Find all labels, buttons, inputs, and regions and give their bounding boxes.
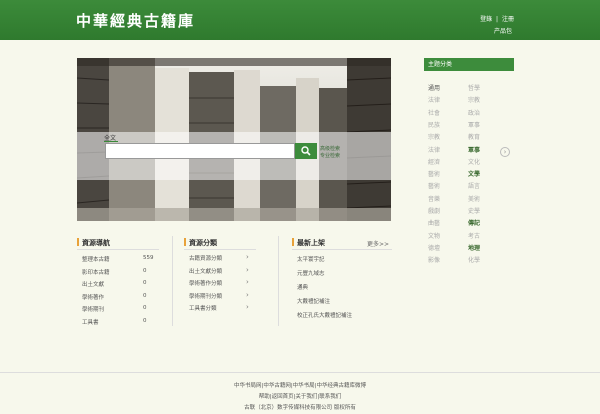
panel-title-latest: 最新上架 xyxy=(297,239,325,247)
topic-category[interactable]: 政治 xyxy=(468,108,480,117)
topic-category[interactable]: 德壇 xyxy=(428,243,440,252)
more-link[interactable]: 更多>> xyxy=(367,239,389,248)
topic-category[interactable]: 軍事 xyxy=(468,145,480,154)
topic-category[interactable]: 文物 xyxy=(428,231,440,240)
link-separator: | xyxy=(496,16,499,23)
topic-category[interactable]: 考古 xyxy=(468,231,480,240)
library-banner xyxy=(77,58,391,221)
topic-category[interactable]: 哲學 xyxy=(468,83,480,92)
chevron-right-icon: › xyxy=(246,278,249,286)
chevron-right-icon: › xyxy=(246,303,249,311)
nav-item[interactable]: 出土文獻 xyxy=(82,280,104,288)
sidebar-title: 主题分类 xyxy=(424,58,514,71)
panel-divider xyxy=(292,249,392,250)
nav-item-count: 0 xyxy=(143,305,147,311)
topic-category[interactable]: 傳記 xyxy=(468,218,480,227)
panel-marker xyxy=(292,238,294,246)
site-logo[interactable]: 中華經典古籍庫 xyxy=(76,10,195,31)
nav-item-count: 0 xyxy=(143,280,147,286)
topic-category[interactable]: 藝術 xyxy=(428,169,440,178)
topic-category[interactable]: 文學 xyxy=(468,169,480,178)
footer-copyright: 古联（北京）数字传媒科技有限公司 版权所有 xyxy=(244,405,356,411)
site-header: 中華經典古籍庫 登錄 | 注冊 产品包 xyxy=(0,0,600,40)
topic-category[interactable]: 戲劇 xyxy=(428,206,440,215)
nav-item-count: 0 xyxy=(143,267,147,274)
topic-category[interactable]: 教育 xyxy=(468,132,480,141)
topic-category[interactable]: 化學 xyxy=(468,255,480,264)
nav-item-count: 0 xyxy=(143,317,147,324)
topic-category[interactable]: 地理 xyxy=(468,243,480,252)
category-item[interactable]: 工具書分類 xyxy=(189,304,217,312)
topic-category[interactable]: 藝術 xyxy=(428,181,440,190)
nav-item[interactable]: 學術著作 xyxy=(82,293,104,301)
footer-links-1[interactable]: 中华书局网|中华古籍网|中华书局|中华经典古籍库微博 xyxy=(0,381,600,389)
search-button[interactable] xyxy=(295,143,317,159)
professional-search-link[interactable]: 专业检索 xyxy=(320,152,340,159)
footer-links-2[interactable]: 帮助|返回首页|关于我们|联系我们 xyxy=(0,392,600,400)
search-icon xyxy=(301,146,311,156)
chevron-right-icon: › xyxy=(246,253,249,261)
nav-item-count: 559 xyxy=(143,255,154,261)
category-item[interactable]: 出土文獻分類 xyxy=(189,267,222,275)
latest-item[interactable]: 通典 xyxy=(297,283,308,291)
category-item[interactable]: 學術著作分類 xyxy=(189,279,222,287)
topic-category[interactable]: 民族 xyxy=(428,120,440,129)
topic-category[interactable]: 文化 xyxy=(468,157,480,166)
topic-category[interactable]: 法律 xyxy=(428,95,440,104)
topic-category[interactable]: 影像 xyxy=(428,255,440,264)
nav-item[interactable]: 工具書 xyxy=(82,318,99,326)
topic-category[interactable]: 美術 xyxy=(468,194,480,203)
chevron-right-icon[interactable]: › xyxy=(500,147,510,157)
topic-category[interactable]: 通用 xyxy=(428,83,440,92)
topic-category[interactable]: 宗教 xyxy=(468,95,480,104)
latest-item[interactable]: 元豐九域志 xyxy=(297,269,325,277)
nav-item[interactable]: 學術期刊 xyxy=(82,305,104,313)
topic-category[interactable]: 經濟 xyxy=(428,157,440,166)
panel-divider xyxy=(77,249,159,250)
topic-category[interactable]: 曲藝 xyxy=(428,218,440,227)
panel-marker xyxy=(77,238,79,246)
topic-category[interactable]: 法律 xyxy=(428,145,440,154)
latest-item[interactable]: 大戴禮記補注 xyxy=(297,297,330,305)
panel-marker xyxy=(184,238,186,246)
panel-title-nav: 資源導航 xyxy=(82,239,110,247)
panel-divider xyxy=(184,249,256,250)
nav-item[interactable]: 影印本古籍 xyxy=(82,268,110,276)
register-link[interactable]: 注冊 xyxy=(502,16,514,23)
login-link[interactable]: 登錄 xyxy=(480,16,492,23)
category-item[interactable]: 古籍資源分類 xyxy=(189,254,222,262)
topic-category[interactable]: 宗教 xyxy=(428,132,440,141)
search-input[interactable] xyxy=(105,143,295,159)
chevron-right-icon: › xyxy=(246,265,249,274)
panel-separator xyxy=(278,236,279,326)
footer-divider xyxy=(0,372,600,373)
nav-item[interactable]: 整理本古籍 xyxy=(82,255,110,263)
topic-category[interactable]: 軍事 xyxy=(468,120,480,129)
advanced-search-link[interactable]: 高级检索 xyxy=(320,145,340,152)
topic-category[interactable]: 音樂 xyxy=(428,194,440,203)
topic-category[interactable]: 史學 xyxy=(468,206,480,215)
tab-active-underline xyxy=(104,141,118,142)
account-links: 登錄 | 注冊 xyxy=(478,14,514,23)
panel-separator xyxy=(172,236,173,326)
latest-item[interactable]: 太平寰宇記 xyxy=(297,255,325,263)
topic-category[interactable]: 社會 xyxy=(428,108,440,117)
nav-item-count: 0 xyxy=(143,292,147,299)
category-item[interactable]: 學術期刊分類 xyxy=(189,292,222,300)
product-package-link[interactable]: 产品包 xyxy=(494,26,512,35)
topic-sidebar: 主题分类 xyxy=(424,58,514,71)
topic-category[interactable]: 語言 xyxy=(468,181,480,190)
latest-item[interactable]: 校正孔氏大戴禮記補注 xyxy=(297,311,352,319)
chevron-right-icon: › xyxy=(246,290,249,299)
panel-title-cats: 資源分類 xyxy=(189,239,217,247)
